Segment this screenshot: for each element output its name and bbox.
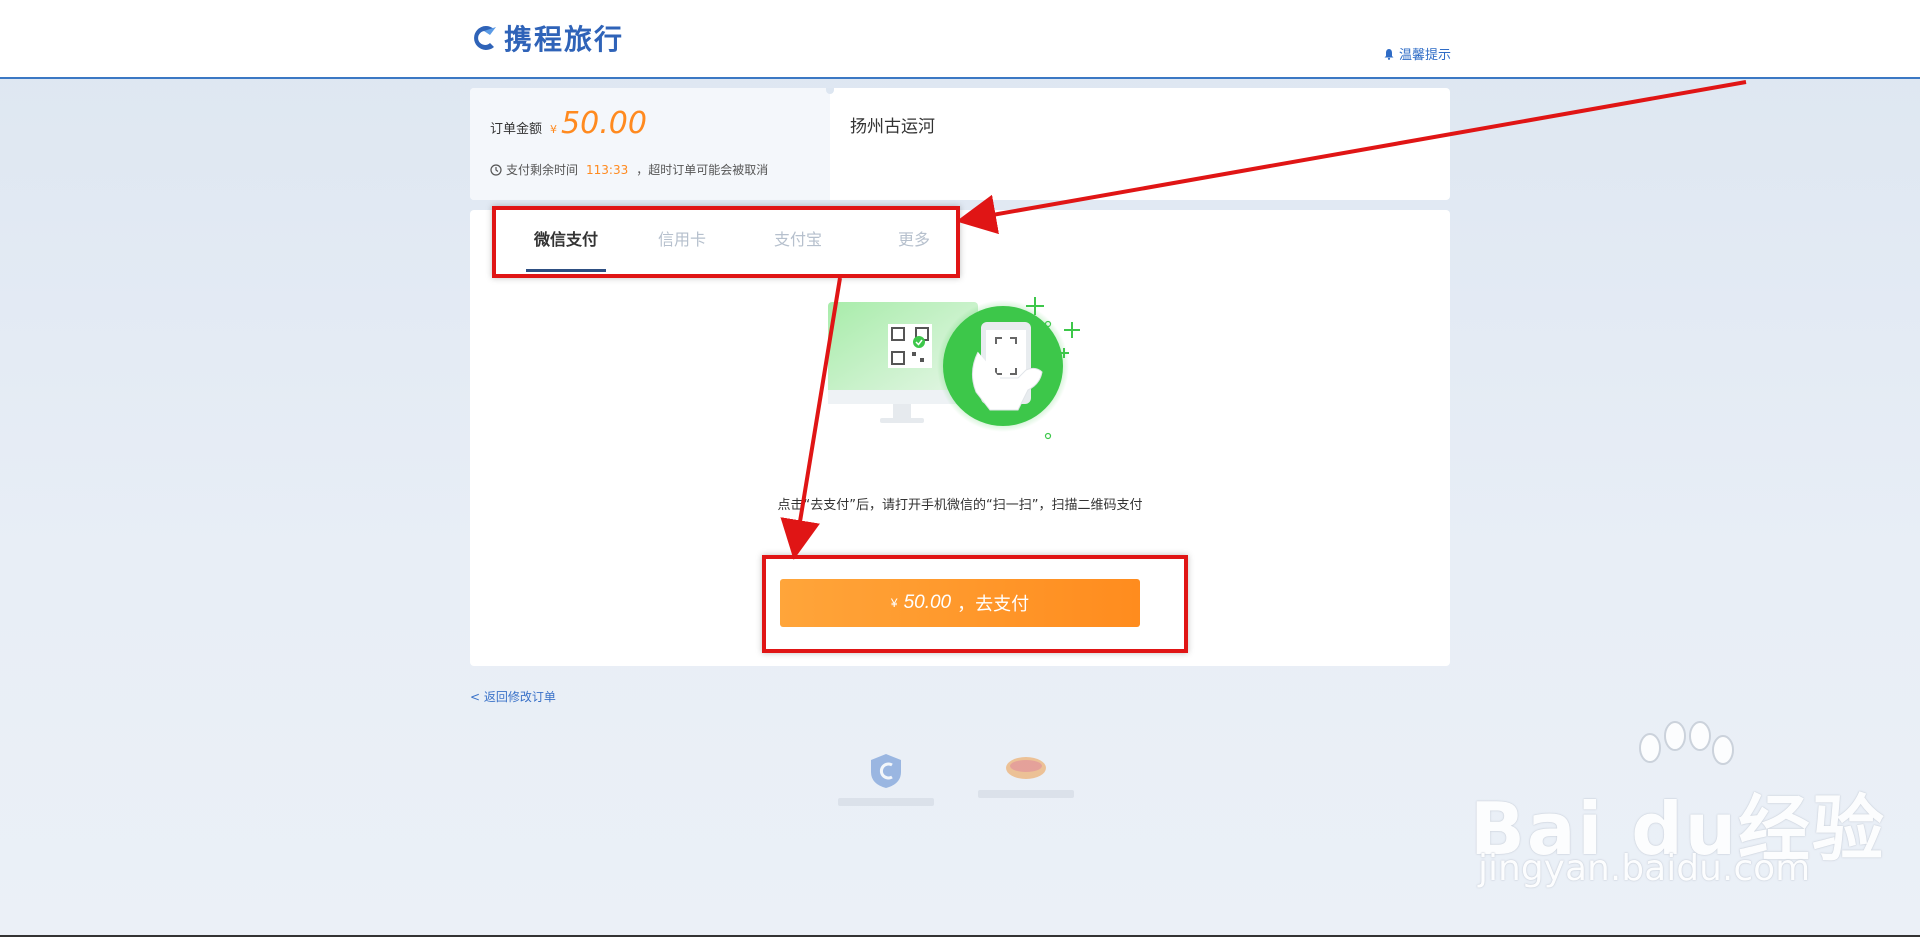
timer-suffix: ，超时订单可能会被取消 xyxy=(636,163,769,177)
order-amount-row: 订单金额 ¥ 50.00 xyxy=(490,106,647,141)
order-amount-label: 订单金额 xyxy=(490,122,543,137)
timer-prefix: 支付剩余时间 xyxy=(506,163,579,177)
ctrip-logo[interactable]: 携程旅行 xyxy=(470,20,624,56)
trust-badges xyxy=(836,752,1076,806)
badge-caption-blur xyxy=(838,798,934,806)
payment-timer: 支付剩余时间 113:33 ，超时订单可能会被取消 xyxy=(490,161,768,178)
logo-text: 携程旅行 xyxy=(504,23,625,56)
clock-icon xyxy=(490,163,502,176)
ctrip-logo-icon xyxy=(474,26,496,50)
notice-label: 温馨提示 xyxy=(1399,48,1452,63)
payment-method-tabs: 微信支付 信用卡 支付宝 更多 xyxy=(508,210,972,272)
currency-symbol: ¥ xyxy=(550,123,558,136)
go-pay-button[interactable]: ¥ 50.00 ，去支付 xyxy=(780,579,1140,627)
order-summary-card: 订单金额 ¥ 50.00 支付剩余时间 113:33 ，超时订单可能会被取消 扬… xyxy=(470,88,1450,200)
baidu-watermark: Bai du经验 jingyan.baidu.com xyxy=(1470,720,1920,900)
security-badge xyxy=(836,752,936,806)
button-label: ，去支付 xyxy=(957,594,1030,614)
wechat-scan-illustration xyxy=(828,297,1080,440)
button-amount: 50.00 xyxy=(903,592,952,613)
shield-icon xyxy=(871,754,901,788)
watermark-main-text: Bai du经验 xyxy=(1470,787,1887,871)
top-bar: 携程旅行 温馨提示 xyxy=(0,0,1920,79)
pci-badge xyxy=(976,752,1076,806)
order-amount-panel: 订单金额 ¥ 50.00 支付剩余时间 113:33 ，超时订单可能会被取消 xyxy=(470,88,830,200)
notice-link[interactable]: 温馨提示 xyxy=(1383,44,1451,63)
watermark-url: jingyan.baidu.com xyxy=(1478,848,1811,889)
tab-credit-card[interactable]: 信用卡 xyxy=(624,210,740,266)
tab-wechat-pay[interactable]: 微信支付 xyxy=(508,210,624,272)
bell-icon xyxy=(1384,48,1394,60)
product-name: 扬州古运河 xyxy=(850,117,935,137)
timer-value: 113:33 xyxy=(586,162,629,177)
tab-alipay[interactable]: 支付宝 xyxy=(740,210,856,266)
pci-logo-icon xyxy=(1006,757,1046,779)
badge-caption-blur xyxy=(978,790,1074,798)
button-currency: ¥ xyxy=(890,596,898,610)
order-amount-value: 50.00 xyxy=(561,106,647,141)
payment-card: 微信支付 信用卡 支付宝 更多 点击“去支付”后，请打开手机微信的“扫一扫”，扫… xyxy=(470,210,1450,666)
back-to-edit-order-link[interactable]: < 返回修改订单 xyxy=(470,688,556,705)
tab-more[interactable]: 更多 xyxy=(856,210,972,266)
paw-icon xyxy=(1639,721,1734,765)
card-notch xyxy=(826,88,834,94)
scan-instructions: 点击“去支付”后，请打开手机微信的“扫一扫”，扫描二维码支付 xyxy=(777,498,1143,513)
